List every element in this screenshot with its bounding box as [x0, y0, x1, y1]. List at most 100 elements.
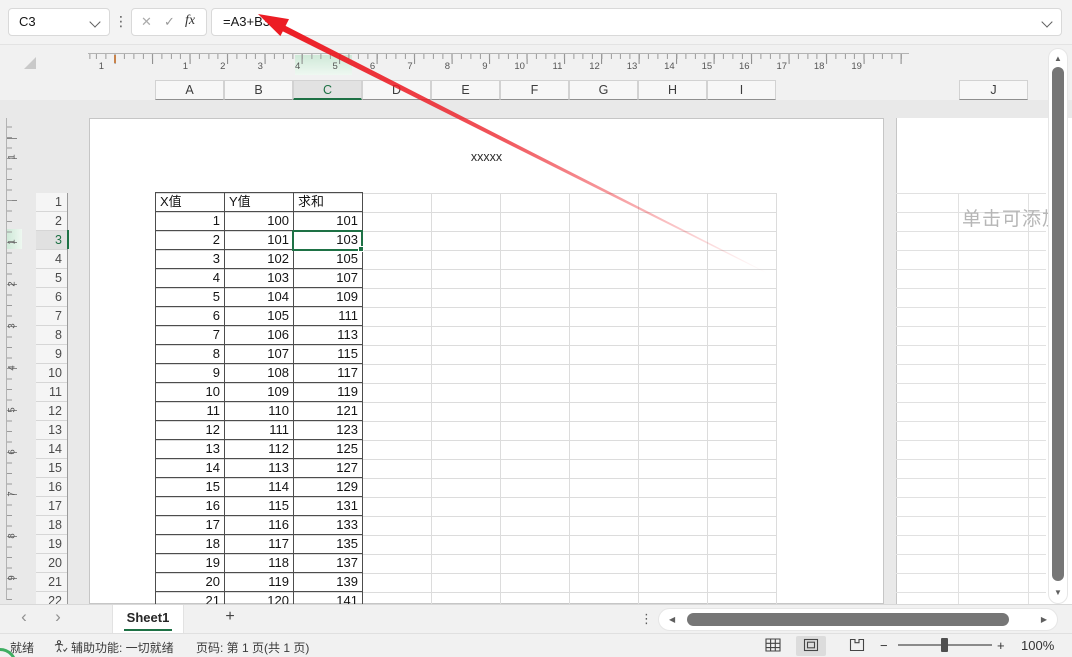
table-cell[interactable]: 2 — [156, 231, 225, 250]
table-cell[interactable]: 13 — [156, 440, 225, 459]
cancel-icon[interactable]: ✕ — [141, 14, 152, 30]
table-cell[interactable]: 133 — [294, 516, 363, 535]
row-header-7[interactable]: 7 — [36, 307, 67, 326]
column-header-J[interactable]: J — [959, 80, 1028, 100]
table-cell[interactable]: 141 — [294, 592, 363, 604]
table-cell[interactable]: 115 — [294, 345, 363, 364]
ready-status[interactable]: 就绪 — [10, 639, 34, 656]
table-cell[interactable]: 111 — [225, 421, 294, 440]
column-header-E[interactable]: E — [431, 80, 500, 100]
table-cell[interactable]: 107 — [294, 269, 363, 288]
table-cell[interactable]: 1 — [156, 212, 225, 231]
vertical-scrollbar-thumb[interactable] — [1052, 67, 1064, 581]
table-cell[interactable]: 8 — [156, 345, 225, 364]
horizontal-scrollbar[interactable]: ◀ ▶ — [658, 608, 1058, 631]
table-cell[interactable]: 127 — [294, 459, 363, 478]
formula-input[interactable]: =A3+B3 — [211, 8, 1062, 36]
table-cell[interactable]: 112 — [225, 440, 294, 459]
table-cell[interactable]: 18 — [156, 535, 225, 554]
row-header-6[interactable]: 6 — [36, 288, 67, 307]
table-cell[interactable]: 111 — [294, 307, 363, 326]
table-cell[interactable]: 119 — [225, 573, 294, 592]
table-cell[interactable]: 118 — [225, 554, 294, 573]
table-cell[interactable]: 131 — [294, 497, 363, 516]
table-cell[interactable]: 104 — [225, 288, 294, 307]
table-cell[interactable]: 101 — [225, 231, 294, 250]
table-cell[interactable]: 137 — [294, 554, 363, 573]
table-cell[interactable]: 16 — [156, 497, 225, 516]
scroll-left-icon[interactable]: ◀ — [669, 616, 675, 624]
column-header-G[interactable]: G — [569, 80, 638, 100]
table-cell[interactable]: 129 — [294, 478, 363, 497]
select-all-triangle-icon[interactable] — [24, 57, 36, 69]
table-cell[interactable]: 105 — [225, 307, 294, 326]
table-cell[interactable]: 116 — [225, 516, 294, 535]
table-cell[interactable]: 108 — [225, 364, 294, 383]
table-cell[interactable]: 110 — [225, 402, 294, 421]
table-cell[interactable]: 109 — [225, 383, 294, 402]
table-cell[interactable]: 3 — [156, 250, 225, 269]
row-header-16[interactable]: 16 — [36, 478, 67, 497]
scroll-right-icon[interactable]: ▶ — [1041, 616, 1047, 624]
more-vertical-icon[interactable]: ⋮ — [640, 611, 653, 627]
table-cell[interactable]: 109 — [294, 288, 363, 307]
table-cell[interactable]: 117 — [225, 535, 294, 554]
table-cell[interactable]: 121 — [294, 402, 363, 421]
row-header-8[interactable]: 8 — [36, 326, 67, 345]
row-header-19[interactable]: 19 — [36, 535, 67, 554]
more-vertical-icon[interactable]: ⋮ — [114, 13, 128, 30]
zoom-in-button[interactable]: + — [997, 638, 1005, 653]
table-cell[interactable]: 15 — [156, 478, 225, 497]
table-header-cell[interactable]: 求和 — [294, 193, 363, 212]
sheet-prev-icon[interactable]: ‹ — [14, 607, 34, 627]
table-cell[interactable]: 119 — [294, 383, 363, 402]
table-cell[interactable]: 103 — [225, 269, 294, 288]
sheet-next-icon[interactable]: › — [48, 607, 68, 627]
column-header-H[interactable]: H — [638, 80, 707, 100]
table-cell[interactable]: 114 — [225, 478, 294, 497]
table-cell[interactable]: 106 — [225, 326, 294, 345]
table-cell[interactable]: 19 — [156, 554, 225, 573]
table-cell[interactable]: 21 — [156, 592, 225, 604]
selected-cell-border[interactable] — [292, 230, 363, 251]
zoom-level[interactable]: 100% — [1021, 638, 1054, 653]
row-header-1[interactable]: 1 — [36, 193, 67, 212]
table-cell[interactable]: 100 — [225, 212, 294, 231]
column-header-B[interactable]: B — [224, 80, 293, 100]
row-header-21[interactable]: 21 — [36, 573, 67, 592]
row-header-5[interactable]: 5 — [36, 269, 67, 288]
row-header-22[interactable]: 22 — [36, 592, 67, 604]
page-header-text[interactable]: xxxxx — [89, 150, 884, 164]
table-cell[interactable]: 113 — [225, 459, 294, 478]
row-header-9[interactable]: 9 — [36, 345, 67, 364]
add-sheet-button[interactable]: + — [220, 608, 240, 626]
table-cell[interactable]: 20 — [156, 573, 225, 592]
name-box-dropdown-icon[interactable] — [89, 16, 101, 28]
horizontal-scrollbar-thumb[interactable] — [687, 613, 1009, 626]
table-cell[interactable]: 120 — [225, 592, 294, 604]
column-header-F[interactable]: F — [500, 80, 569, 100]
vertical-scrollbar[interactable]: ▲ ▼ — [1048, 48, 1068, 604]
row-header-2[interactable]: 2 — [36, 212, 67, 231]
fill-handle[interactable] — [358, 246, 364, 252]
row-header-18[interactable]: 18 — [36, 516, 67, 535]
table-cell[interactable]: 123 — [294, 421, 363, 440]
table-cell[interactable]: 117 — [294, 364, 363, 383]
table-cell[interactable]: 11 — [156, 402, 225, 421]
scroll-down-icon[interactable]: ▼ — [1054, 589, 1062, 597]
page-info[interactable]: 页码: 第 1 页(共 1 页) — [196, 639, 309, 656]
row-header-14[interactable]: 14 — [36, 440, 67, 459]
scroll-up-icon[interactable]: ▲ — [1054, 55, 1062, 63]
view-page-layout-button[interactable] — [796, 636, 826, 656]
table-cell[interactable]: 102 — [225, 250, 294, 269]
row-header-17[interactable]: 17 — [36, 497, 67, 516]
view-page-break-button[interactable] — [844, 636, 870, 656]
table-cell[interactable]: 6 — [156, 307, 225, 326]
table-cell[interactable]: 7 — [156, 326, 225, 345]
table-cell[interactable]: 14 — [156, 459, 225, 478]
table-cell[interactable]: 4 — [156, 269, 225, 288]
view-normal-button[interactable] — [760, 636, 786, 656]
table-cell[interactable]: 5 — [156, 288, 225, 307]
table-header-cell[interactable]: X值 — [156, 193, 225, 212]
table-cell[interactable]: 115 — [225, 497, 294, 516]
